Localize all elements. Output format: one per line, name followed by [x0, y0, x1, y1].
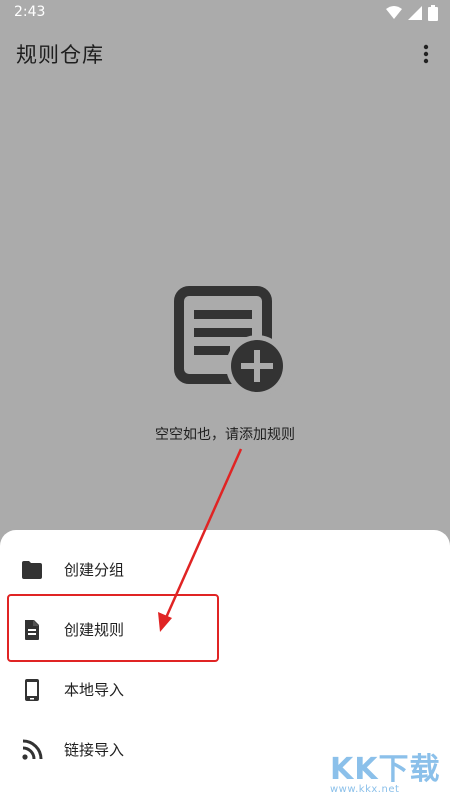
- wifi-icon: [386, 6, 402, 24]
- create-group-item[interactable]: 创建分组: [0, 540, 450, 600]
- battery-icon: [428, 5, 438, 25]
- status-bar: 2:43: [0, 0, 450, 26]
- rss-icon: [20, 738, 44, 762]
- watermark-logo: KK下载: [330, 752, 441, 787]
- highlight-box: [7, 594, 219, 662]
- page-title: 规则仓库: [16, 43, 104, 67]
- local-import-label: 本地导入: [64, 681, 125, 699]
- add-rule-illustration-icon: [172, 286, 290, 397]
- status-icons: [386, 5, 438, 25]
- create-group-label: 创建分组: [64, 561, 125, 579]
- phone-icon: [20, 678, 44, 702]
- more-vert-icon: [423, 44, 429, 64]
- folder-icon: [20, 558, 44, 582]
- more-options-button[interactable]: [414, 42, 438, 66]
- empty-state-message: 空空如也，请添加规则: [155, 427, 295, 443]
- local-import-item[interactable]: 本地导入: [0, 660, 450, 720]
- watermark: KK下载 www.kkx.net: [330, 744, 442, 795]
- signal-icon: [408, 6, 422, 24]
- link-import-label: 链接导入: [64, 741, 125, 759]
- app-bar: 规则仓库: [0, 26, 450, 82]
- status-time: 2:43: [14, 4, 46, 20]
